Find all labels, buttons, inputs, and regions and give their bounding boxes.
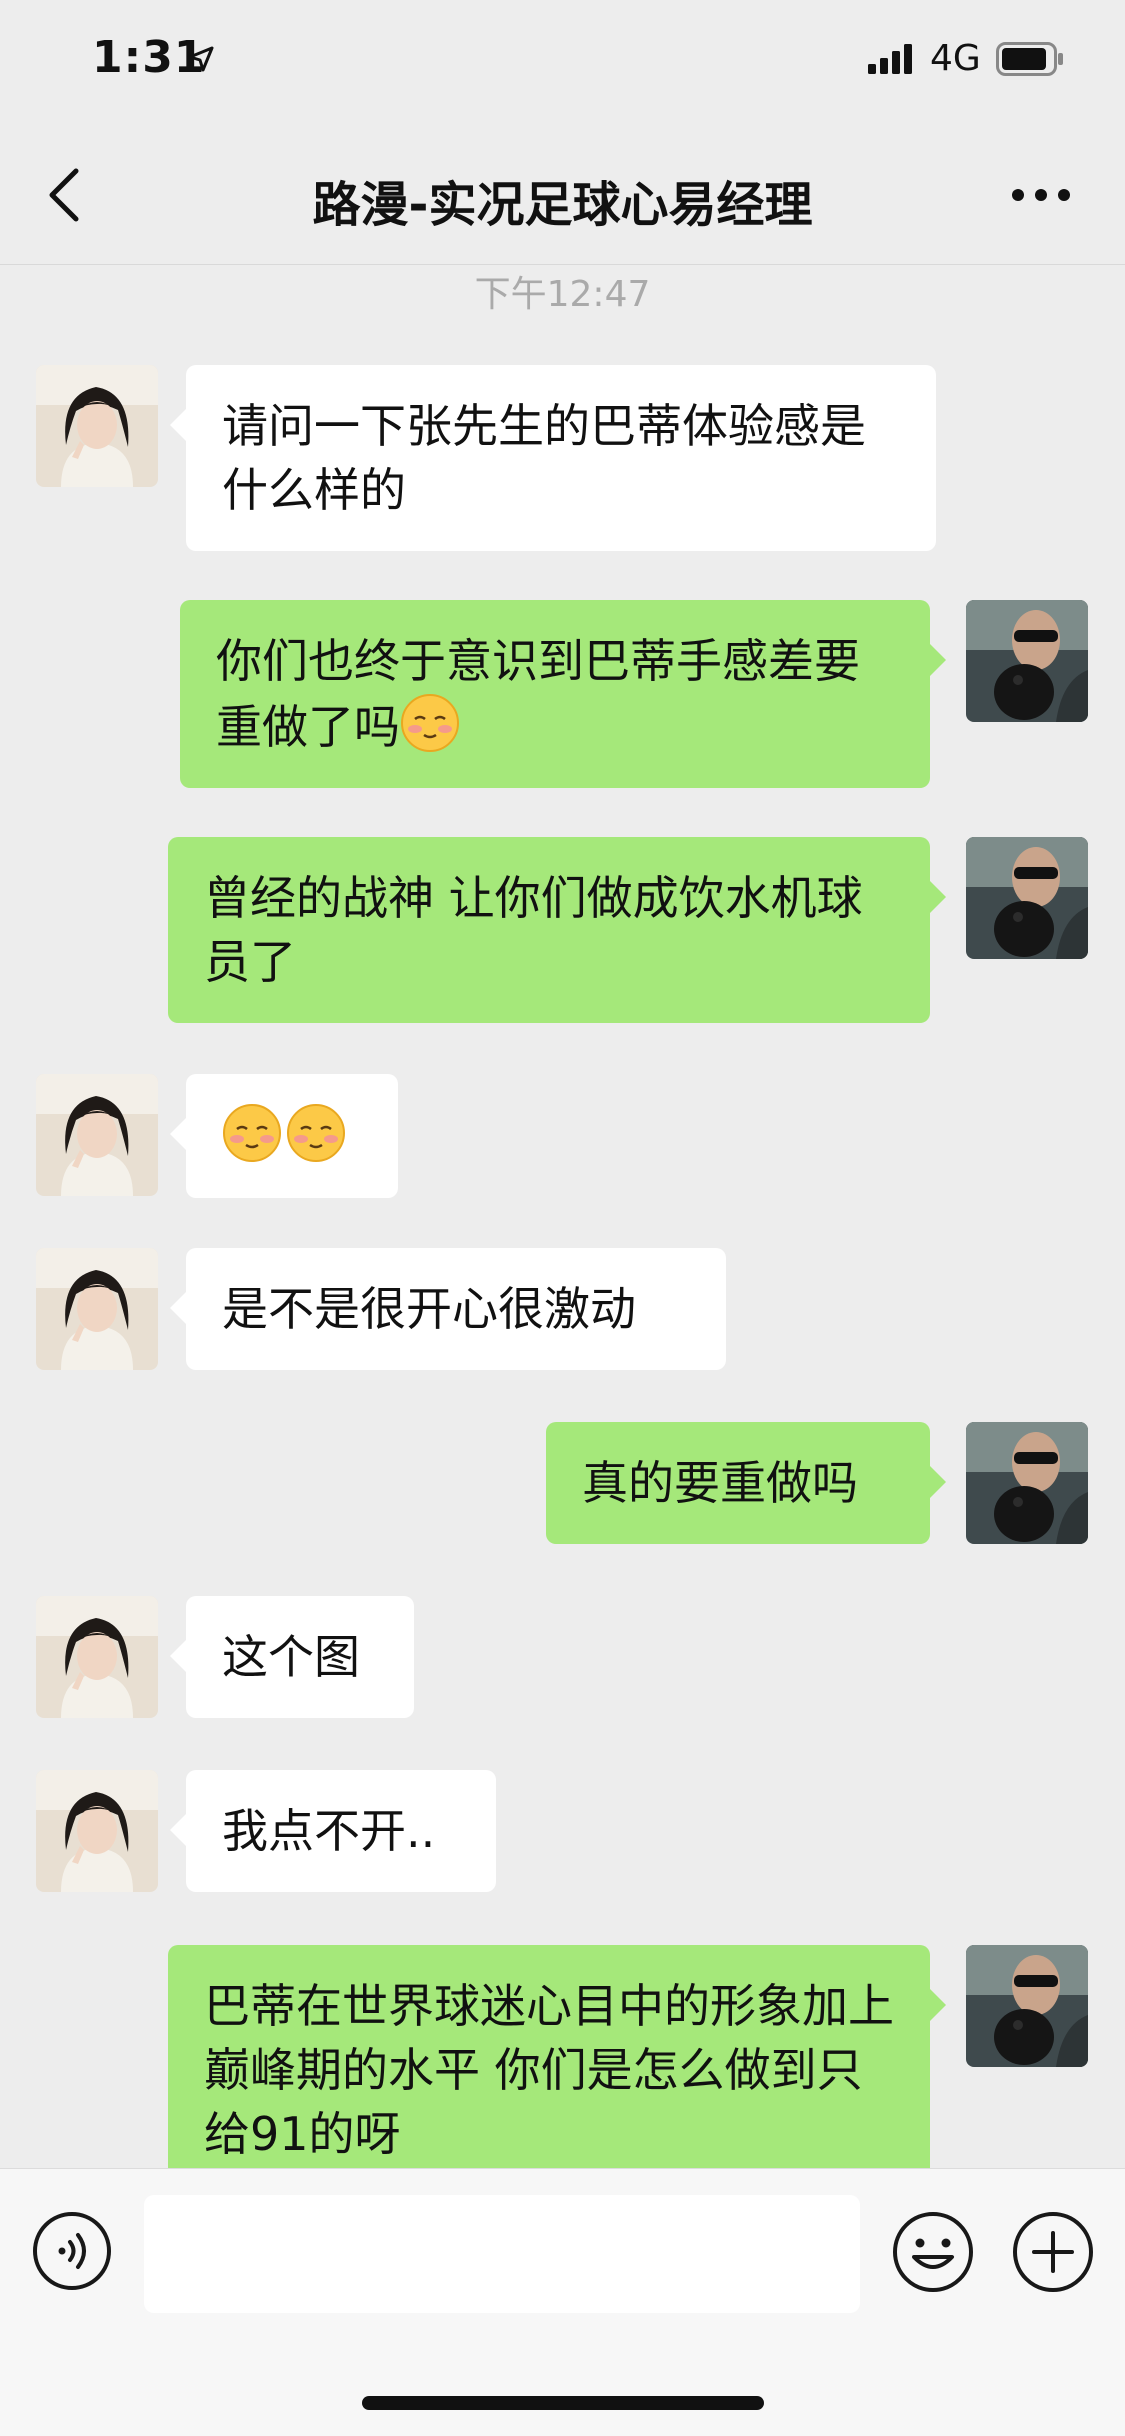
contact-avatar[interactable] — [36, 365, 158, 487]
contact-avatar[interactable] — [36, 1074, 158, 1196]
location-arrow-icon — [188, 46, 214, 72]
chat-nav-bar: 路漫-实况足球心易经理 — [0, 120, 1125, 265]
message-input[interactable] — [144, 2195, 860, 2313]
message-bubble-incoming[interactable]: 请问一下张先生的巴蒂体验感是什么样的 — [170, 365, 936, 551]
status-bar: 1:31 4G — [0, 0, 1125, 120]
user-avatar[interactable] — [966, 1422, 1088, 1544]
user-avatar[interactable] — [966, 1945, 1088, 2067]
contact-avatar[interactable] — [36, 1770, 158, 1892]
message-bubble-incoming[interactable]: 我点不开.. — [170, 1770, 496, 1892]
blushing-emoji-icon — [287, 1104, 345, 1162]
contact-avatar[interactable] — [36, 1248, 158, 1370]
message-bubble-incoming[interactable]: 这个图 — [170, 1596, 414, 1718]
back-chevron-icon[interactable] — [40, 165, 90, 225]
message-bubble-outgoing[interactable]: 巴蒂在世界球迷心目中的形象加上巅峰期的水平 你们是怎么做到只给91的呀 — [168, 1945, 946, 2168]
message-bubble-outgoing[interactable]: 你们也终于意识到巴蒂手感差要重做了吗 — [180, 600, 946, 788]
chat-title: 路漫-实况足球心易经理 — [312, 177, 813, 233]
voice-input-icon[interactable] — [32, 2211, 112, 2291]
cellular-signal-icon — [868, 44, 912, 74]
blushing-emoji-icon — [223, 1104, 281, 1162]
more-options-icon[interactable] — [1010, 180, 1072, 210]
message-bubble-outgoing[interactable]: 真的要重做吗 — [546, 1422, 946, 1544]
chat-screen: 1:31 4G 路漫-实况足球心易经理 下午12:47 请问一下张先生的巴蒂体验… — [0, 0, 1125, 2436]
message-text: 你们也终于意识到巴蒂手感差要重做了吗 — [216, 634, 860, 754]
network-type: 4G — [930, 38, 981, 79]
contact-avatar[interactable] — [36, 1596, 158, 1718]
emoji-picker-icon[interactable] — [892, 2211, 974, 2293]
user-avatar[interactable] — [966, 837, 1088, 959]
message-list[interactable]: 下午12:47 请问一下张先生的巴蒂体验感是什么样的 你们也终于意识到巴蒂手感差… — [0, 265, 1125, 2168]
message-bubble-incoming[interactable] — [170, 1074, 398, 1198]
time-divider: 下午12:47 — [474, 274, 651, 315]
user-avatar[interactable] — [966, 600, 1088, 722]
home-indicator[interactable] — [362, 2396, 764, 2410]
message-bubble-incoming[interactable]: 是不是很开心很激动 — [170, 1248, 726, 1370]
message-bubble-outgoing[interactable]: 曾经的战神 让你们做成饮水机球员了 — [168, 837, 946, 1023]
more-actions-plus-icon[interactable] — [1012, 2211, 1094, 2293]
battery-icon — [996, 42, 1063, 76]
blushing-emoji-icon — [401, 694, 459, 752]
